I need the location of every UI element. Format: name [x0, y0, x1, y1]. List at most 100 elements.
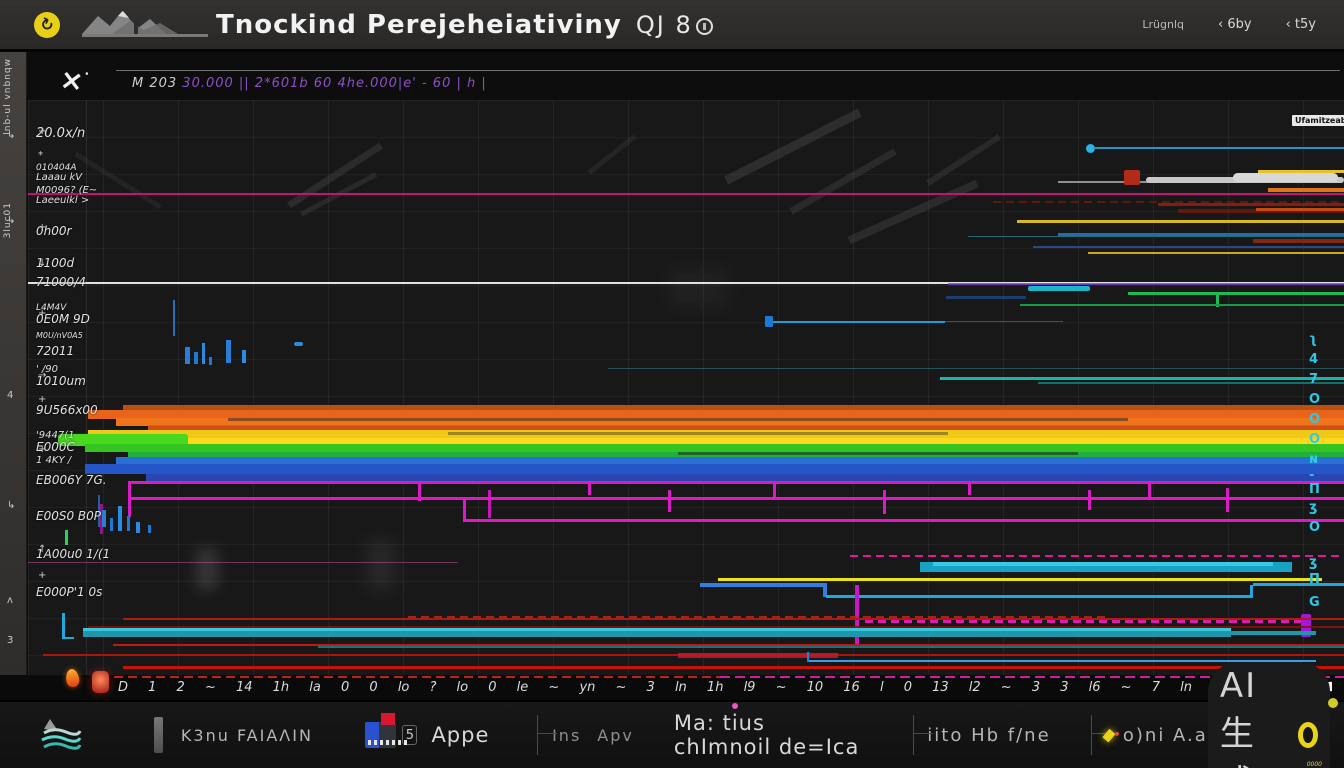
toolbar-group6-label[interactable]: o)ni A.a — [1123, 725, 1208, 746]
trace-segment — [62, 637, 74, 639]
right-edge-glyph: O — [1309, 392, 1320, 407]
x-tick-label: la — [309, 680, 321, 695]
x-axis: D12~141hla00lo?lo0le~yn~3ln1hl9~1016l013… — [0, 675, 1344, 700]
x-tick-label: 0 — [341, 680, 349, 695]
toolbar-group1-label[interactable]: K3nu FAIAΛIN — [181, 726, 313, 745]
trace-segment — [148, 525, 151, 533]
watermark: AI生成 0000 — [1208, 662, 1330, 768]
mountain-logo-icon — [82, 8, 212, 42]
toolbar-group3b-label[interactable]: Apv — [597, 726, 634, 745]
x-tick-label: 1h — [273, 680, 290, 695]
trace-segment — [926, 134, 1001, 185]
trace-segment — [1226, 488, 1229, 512]
y-axis-label: E00S0 B0P — [36, 509, 101, 523]
x-tick-label: l6 — [1089, 680, 1101, 695]
filter-prefix: M 203 — [132, 76, 182, 91]
rail-mark: ↳ — [7, 130, 15, 141]
x-tick-label: l2 — [969, 680, 981, 695]
panel-icon[interactable] — [154, 717, 163, 753]
left-rail: lnb-ul vnbnqw 3luc01 ↳↳4↳ʌ3 — [0, 52, 27, 700]
trace-segment — [110, 518, 113, 531]
x-tick-label: 3 — [1032, 680, 1040, 695]
toolbar-group2-label[interactable]: Appe — [431, 723, 489, 747]
trace-segment — [945, 321, 1063, 322]
right-edge-glyph: - — [1309, 468, 1314, 483]
trace-segment — [185, 347, 190, 364]
trace-segment — [463, 497, 466, 522]
trace-segment — [678, 452, 1078, 455]
trace-segment — [123, 666, 1344, 669]
ship-icon[interactable] — [365, 722, 397, 748]
app-logo-icon[interactable]: ↻ — [34, 12, 60, 38]
watermark-text: AI生成 — [1220, 666, 1290, 768]
filter-query[interactable]: M 203 30.000 || 2*601b 60 4he.000|e' - 6… — [132, 76, 487, 91]
chart-mark: + — [38, 308, 46, 319]
legend-chip[interactable]: Ufamitzeab — [1292, 115, 1344, 126]
trace-segment — [202, 343, 205, 364]
axis-red-dashed-line — [100, 676, 720, 678]
trace-segment — [118, 506, 122, 531]
x-tick-label: ln — [1180, 680, 1192, 695]
toolbar-group5-label[interactable]: iito Hb f/ne — [927, 725, 1050, 746]
trace-segment — [1148, 481, 1151, 497]
filter-bar: ×· M 203 30.000 || 2*601b 60 4he.000|e' … — [52, 62, 1344, 98]
x-tick-label: ~ — [776, 680, 787, 695]
trace-segment — [368, 540, 394, 590]
x-tick-label: 3 — [1060, 680, 1068, 695]
trace-segment — [128, 481, 1344, 484]
trace-segment — [1268, 188, 1344, 192]
trace-segment — [209, 357, 212, 365]
chart-mark: + — [38, 444, 46, 455]
trace-segment — [136, 522, 140, 533]
right-edge-glyph: Π — [1309, 572, 1320, 587]
y-axis-label: Laeeulkl > — [36, 195, 89, 206]
x-tick-label: ~ — [616, 680, 627, 695]
title-suffix: QJ 8 — [636, 11, 713, 39]
trace-segment — [146, 474, 1344, 481]
y-axis-label: 1A00u0 1/(1 — [36, 547, 110, 561]
trace-segment — [28, 193, 1344, 195]
asterisk-icon[interactable]: ×· — [58, 64, 90, 97]
rail-vertical-label-top: lnb-ul vnbnqw — [3, 58, 13, 135]
x-tick-label: 3 — [647, 680, 655, 695]
right-edge-glyph: Π — [1309, 482, 1320, 497]
trace-segment — [948, 283, 1344, 285]
x-tick-label: lo — [398, 680, 410, 695]
nav-back-button-2[interactable]: ‹ t5y — [1286, 17, 1316, 32]
waves-icon[interactable] — [40, 717, 82, 753]
spark-icon — [1103, 728, 1116, 741]
timeline-chart[interactable]: 20.0x/n010404ALaaau kVM0096? (E~Laeeulkl… — [28, 100, 1344, 675]
chart-mark: + — [38, 570, 46, 581]
rail-mark: 4 — [7, 390, 13, 401]
trace-segment — [62, 613, 65, 639]
trace-segment — [1094, 147, 1344, 149]
right-edge-glyph: O — [1309, 520, 1320, 535]
toolbar-group4-label[interactable]: Ma: tius chImnoil de=Ica — [674, 711, 869, 759]
y-axis-label: 1 4KY / — [36, 455, 71, 466]
y-axis-label: Laaau kV — [36, 172, 82, 183]
nav-back-button-1[interactable]: ‹ 6by — [1218, 17, 1252, 32]
top-bar-right: Lrügnlq ‹ 6by ‹ t5y — [1142, 17, 1316, 32]
trace-segment — [789, 148, 896, 214]
toolbar-group3a-label[interactable]: Ins — [552, 726, 581, 745]
ship-hull — [368, 740, 408, 745]
chart-mark: ↓ — [38, 258, 46, 269]
trace-segment — [668, 490, 671, 512]
x-tick-label: 2 — [177, 680, 185, 695]
trace-segment — [448, 432, 948, 435]
y-axis-label: 71000/4 — [36, 275, 86, 289]
x-tick-label: 0 — [904, 680, 912, 695]
right-edge-glyph: O — [1309, 412, 1320, 427]
trace-segment — [28, 562, 458, 563]
x-tick-label: l — [880, 680, 884, 695]
trace-segment — [940, 377, 1344, 380]
trace-segment — [1017, 220, 1344, 223]
trace-segment — [102, 510, 106, 527]
trace-segment — [1231, 631, 1316, 635]
x-tick-label: ~ — [205, 680, 216, 695]
trace-segment — [123, 618, 1344, 620]
right-edge-glyph: ʅ — [1309, 332, 1317, 347]
rail-mark: ↳ — [7, 500, 15, 511]
rail-mark: ↳ — [7, 215, 15, 226]
trace-segment — [968, 236, 1344, 237]
